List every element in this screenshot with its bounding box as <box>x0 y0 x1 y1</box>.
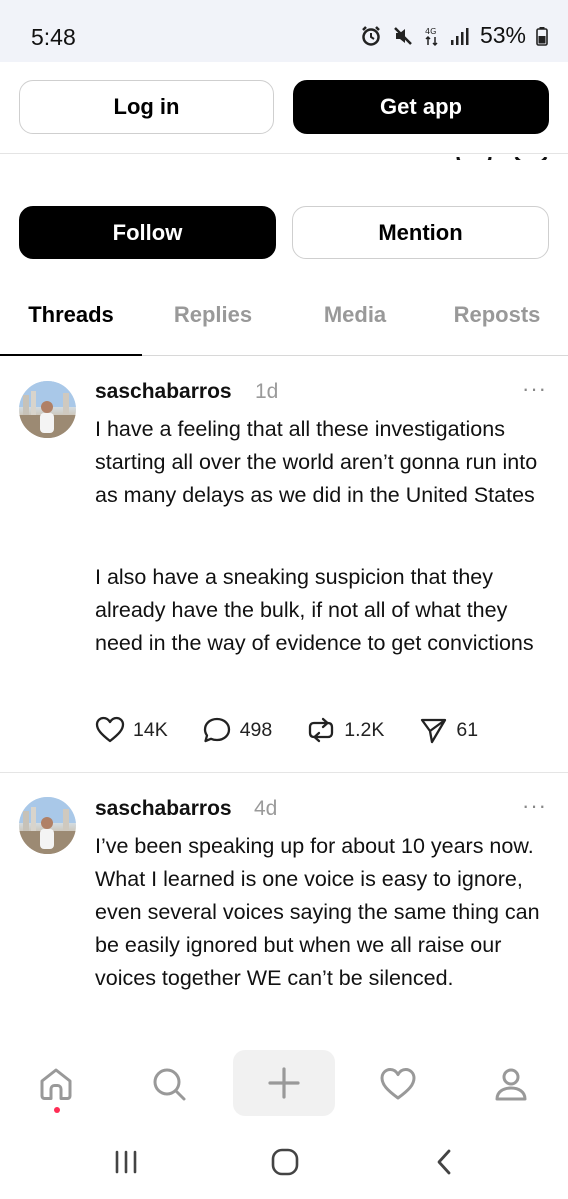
reply-count: 498 <box>239 718 273 741</box>
mention-button[interactable]: Mention <box>292 206 549 259</box>
alarm-icon <box>360 25 382 47</box>
post-text: I have a feeling that all these investig… <box>95 417 538 507</box>
tab-reposts[interactable]: Reposts <box>426 302 568 328</box>
status-time: 5:48 <box>31 24 76 50</box>
like-button[interactable]: 14K <box>95 716 168 744</box>
post-text: I also have a sneaking suspicion that th… <box>95 565 534 655</box>
search-icon <box>153 1068 186 1101</box>
repost-button[interactable]: 1.2K <box>306 716 384 744</box>
nav-home[interactable] <box>26 1054 86 1114</box>
nav-profile[interactable] <box>481 1054 541 1114</box>
nav-activity[interactable] <box>368 1054 428 1114</box>
profile-icon <box>495 1068 527 1101</box>
profile-tabs: Threads Replies Media Reposts <box>0 290 568 356</box>
peek-icon-left <box>456 152 492 160</box>
follow-button[interactable]: Follow <box>19 206 276 259</box>
tab-threads[interactable]: Threads <box>0 302 142 328</box>
battery-percent: 53% <box>479 22 526 48</box>
more-options-icon[interactable]: ··· <box>522 376 547 402</box>
peek-icon-right <box>514 152 548 160</box>
back-button[interactable] <box>432 1147 458 1182</box>
avatar[interactable] <box>19 381 76 438</box>
tab-media[interactable]: Media <box>284 302 426 328</box>
send-icon <box>421 718 447 744</box>
share-button[interactable]: 61 <box>418 716 478 744</box>
repost-icon <box>309 717 334 743</box>
thread-post: saschabarros 4d ··· I’ve been speaking u… <box>0 773 568 1043</box>
post-username[interactable]: saschabarros <box>95 797 232 821</box>
system-nav-bar <box>0 1127 568 1199</box>
post-time: 4d <box>254 797 278 820</box>
activity-heart-icon <box>380 1068 416 1100</box>
home-system-button[interactable] <box>270 1147 300 1182</box>
more-options-icon[interactable]: ··· <box>522 793 547 819</box>
share-count: 61 <box>456 718 479 741</box>
post-text: I’ve been speaking up for about 10 years… <box>95 834 540 990</box>
status-bar: 5:48 4G 53% <box>0 0 568 62</box>
like-count: 14K <box>133 718 168 741</box>
avatar[interactable] <box>19 797 76 854</box>
post-time: 1d <box>255 380 279 403</box>
top-actions-bar: Log in Get app <box>0 62 568 154</box>
bottom-nav <box>0 1042 568 1127</box>
heart-icon <box>95 716 125 743</box>
post-actions: 14K 498 1.2K 61 <box>95 716 512 744</box>
home-icon <box>40 1068 72 1100</box>
nav-create[interactable] <box>233 1050 335 1116</box>
home-circle-icon <box>271 1148 299 1176</box>
post-username[interactable]: saschabarros <box>95 380 232 404</box>
battery-icon <box>536 25 548 47</box>
create-icon <box>268 1067 300 1099</box>
nav-search[interactable] <box>139 1054 199 1114</box>
reply-button[interactable]: 498 <box>202 716 273 744</box>
svg-text:4G: 4G <box>425 27 436 36</box>
repost-count: 1.2K <box>344 718 385 741</box>
recent-apps-button[interactable] <box>113 1147 139 1182</box>
back-icon <box>437 1149 451 1175</box>
tab-replies[interactable]: Replies <box>142 302 284 328</box>
get-app-button[interactable]: Get app <box>293 80 549 134</box>
signal-icon <box>450 25 470 47</box>
recent-apps-icon <box>115 1150 137 1174</box>
comment-icon <box>203 717 230 743</box>
mute-icon <box>392 25 414 47</box>
data-icon: 4G <box>424 25 440 47</box>
thread-post: saschabarros 1d ··· I have a feeling tha… <box>0 356 568 773</box>
status-icons: 4G 53% <box>360 22 548 49</box>
notification-dot <box>54 1107 60 1113</box>
login-button[interactable]: Log in <box>19 80 274 134</box>
